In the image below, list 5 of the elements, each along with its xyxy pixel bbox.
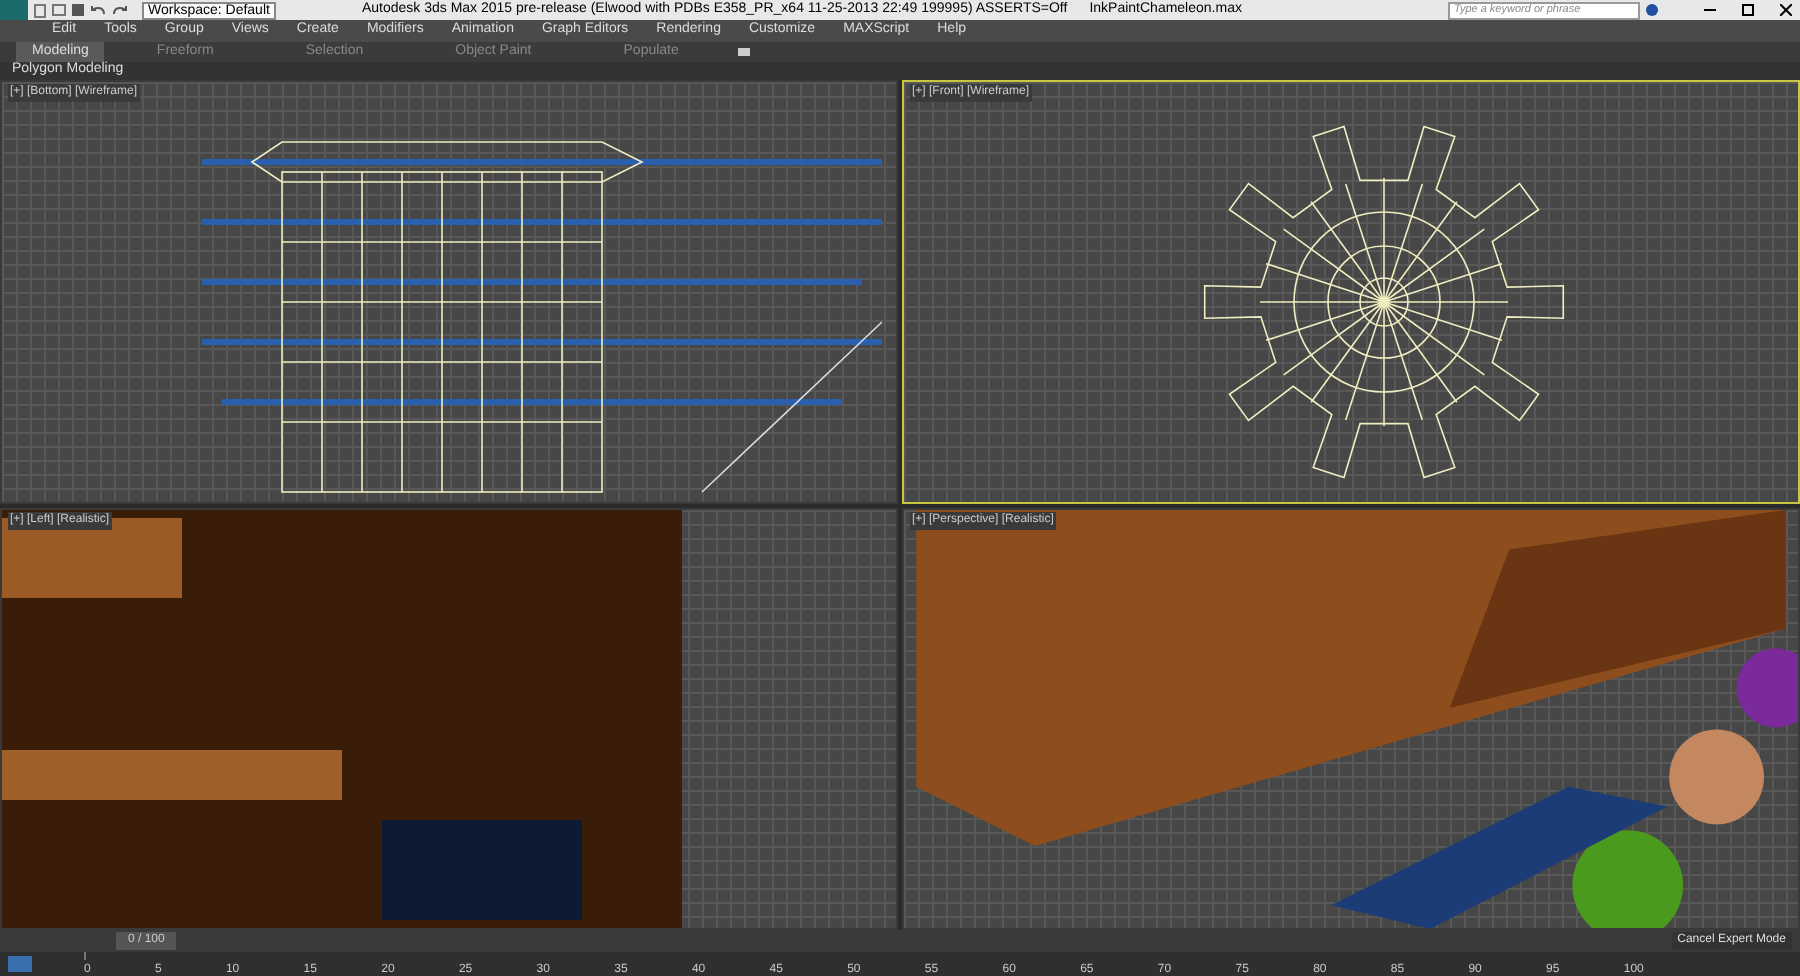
redo-icon[interactable] [112,4,128,16]
undo-icon[interactable] [90,4,106,16]
close-icon[interactable] [1780,4,1792,16]
minimize-icon[interactable] [1704,4,1716,16]
maximize-icon[interactable] [1742,4,1754,16]
